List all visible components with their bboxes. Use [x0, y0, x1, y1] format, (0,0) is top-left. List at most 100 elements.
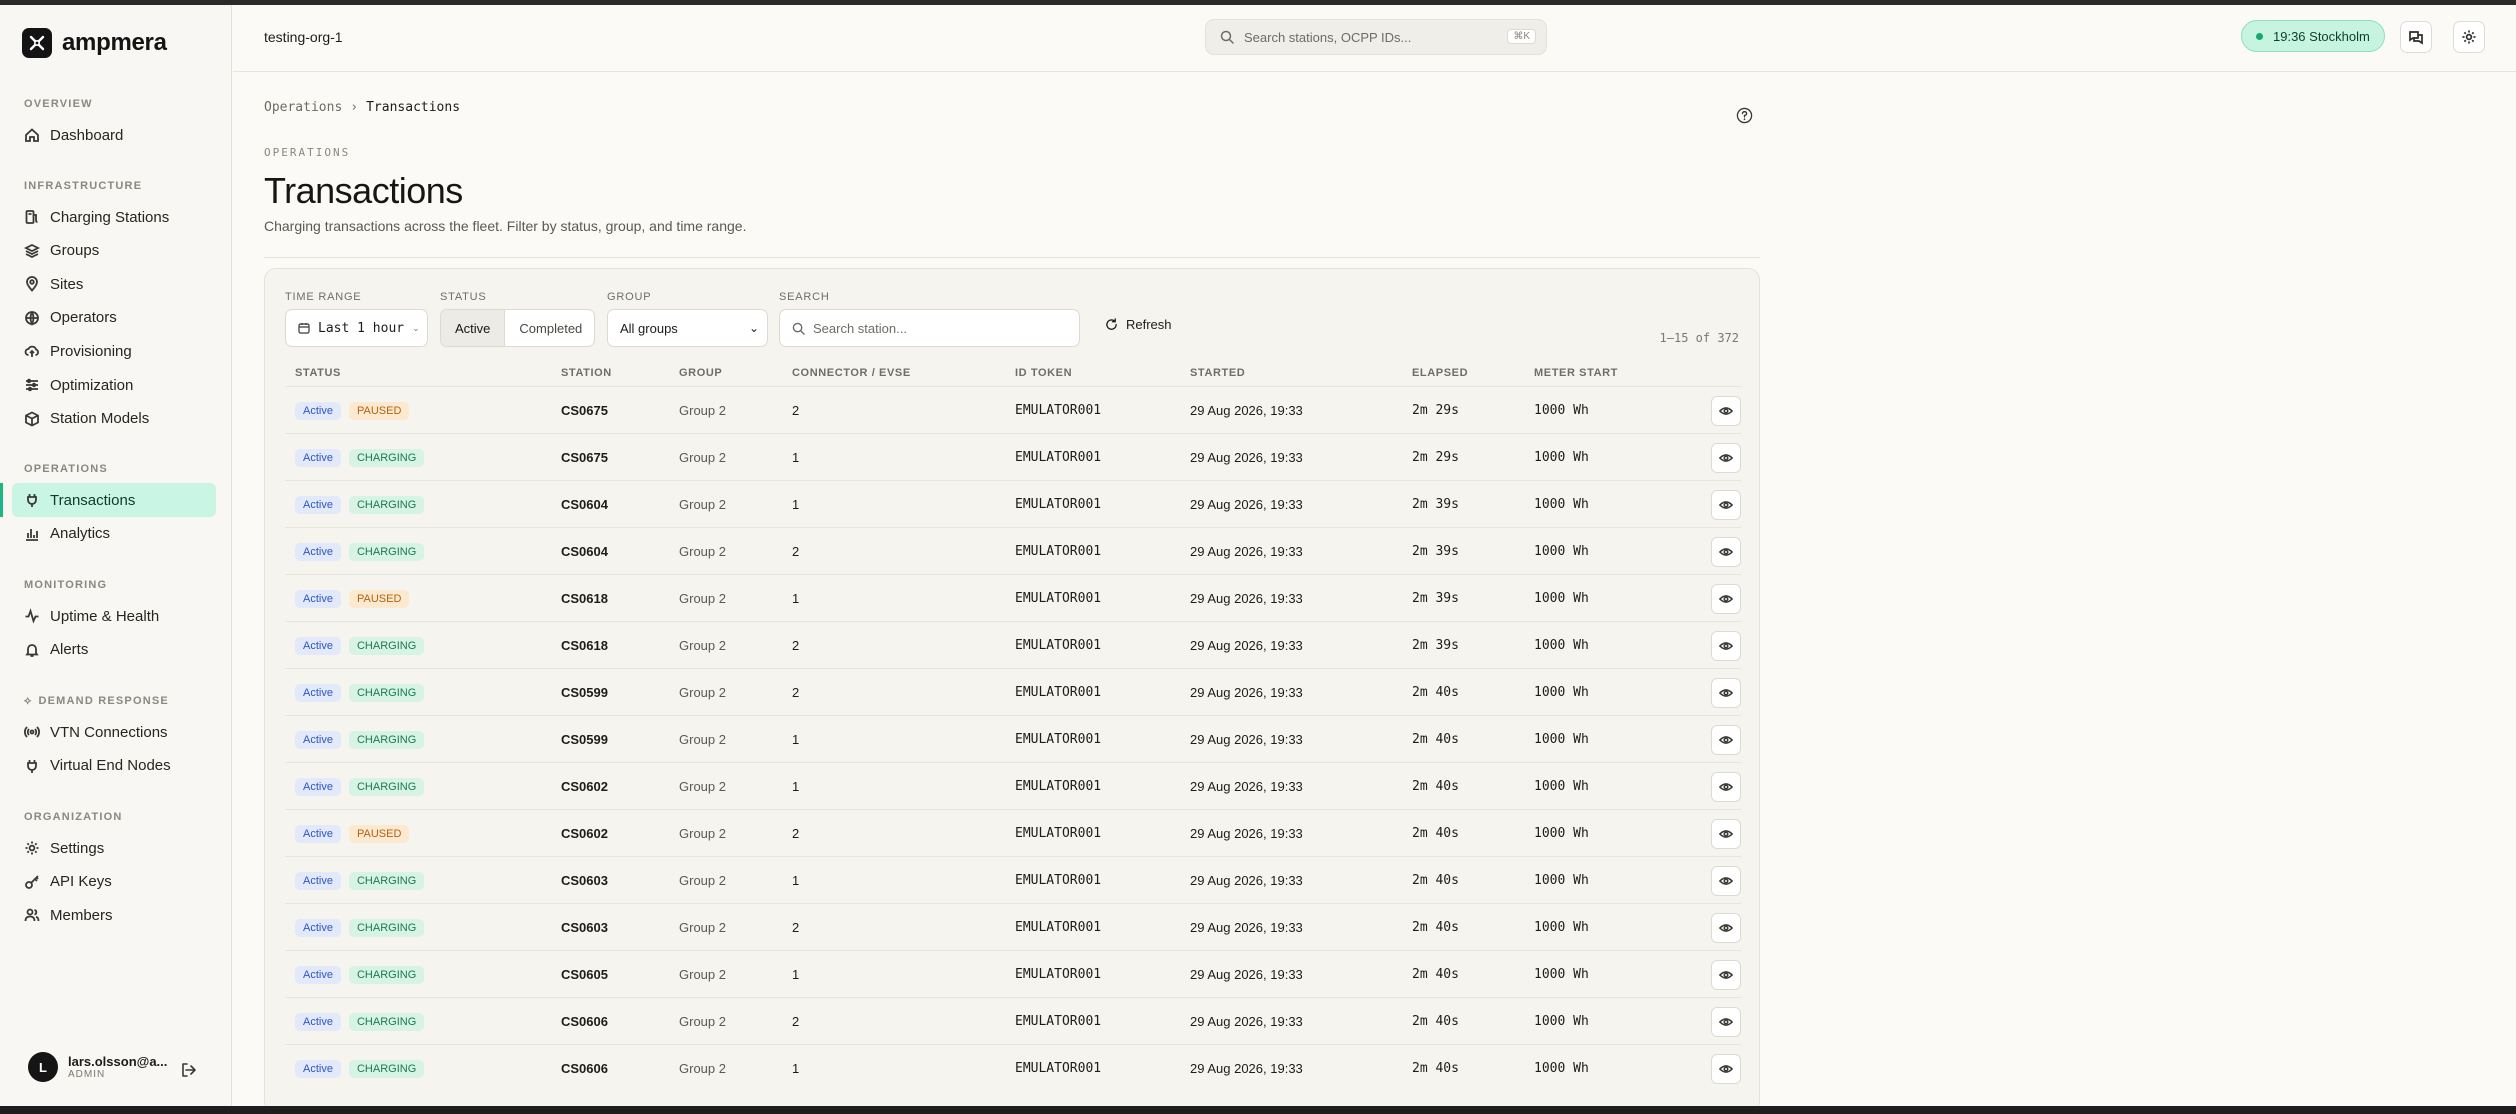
app-logo[interactable]: ampmera: [22, 28, 167, 58]
cell-station: CS0603: [561, 904, 608, 951]
eye-icon: [1719, 970, 1733, 979]
view-transaction-button[interactable]: [1711, 1006, 1741, 1037]
sidebar-item-api-keys[interactable]: API Keys: [12, 865, 216, 899]
group-select[interactable]: All groups ⌄: [607, 309, 768, 347]
page-eyebrow: OPERATIONS: [264, 146, 351, 159]
cell-connector: 2: [792, 998, 799, 1045]
state-badge: CHARGING: [348, 495, 425, 514]
time-range-select[interactable]: Last 1 hour ⌄: [285, 309, 428, 347]
table-row[interactable]: Active CHARGING CS0605 Group 2 1 EMULATOR001 2…: [285, 950, 1741, 997]
eye-icon: [1719, 406, 1733, 415]
sidebar-item-analytics[interactable]: Analytics: [12, 517, 216, 551]
view-transaction-button[interactable]: [1711, 395, 1741, 426]
sidebar-item-members[interactable]: Members: [12, 898, 216, 932]
col-status[interactable]: STATUS: [295, 367, 341, 379]
col-meter-start[interactable]: METER START: [1534, 367, 1618, 379]
logout-icon[interactable]: [180, 1061, 198, 1079]
view-transaction-button[interactable]: [1711, 1053, 1741, 1084]
view-transaction-button[interactable]: [1711, 912, 1741, 943]
table-row[interactable]: Active CHARGING CS0606 Group 2 2 EMULATOR001 2…: [285, 997, 1741, 1044]
cell-started-text: 29 Aug 2026, 19:33: [1190, 450, 1303, 465]
org-name[interactable]: testing-org-1: [264, 29, 343, 45]
col-station[interactable]: STATION: [561, 367, 612, 379]
cell-meter-start-text: 1000 Wh: [1534, 591, 1589, 606]
view-transaction-button[interactable]: [1711, 489, 1741, 520]
sidebar-item-label: Station Models: [50, 410, 150, 428]
sidebar-item-optimization[interactable]: Optimization: [12, 368, 216, 402]
chat-button[interactable]: [2400, 21, 2432, 53]
cell-started-text: 29 Aug 2026, 19:33: [1190, 920, 1303, 935]
sidebar-item-alerts[interactable]: Alerts: [12, 633, 216, 667]
col-started[interactable]: STARTED: [1190, 367, 1245, 379]
table-row[interactable]: Active PAUSED CS0618 Group 2 1 EMULATOR001 29 …: [285, 574, 1741, 621]
cell-group-text: Group 2: [679, 450, 726, 465]
settings-button[interactable]: [2453, 21, 2485, 53]
bar-chart-icon: [26, 528, 38, 541]
eye-icon: [1719, 923, 1733, 932]
view-transaction-button[interactable]: [1711, 583, 1741, 614]
view-transaction-button[interactable]: [1711, 771, 1741, 802]
sidebar-item-charging-stations[interactable]: Charging Stations: [12, 200, 216, 234]
table-row[interactable]: Active CHARGING CS0675 Group 2 1 EMULATOR001 2…: [285, 433, 1741, 480]
user-profile[interactable]: L lars.olsson@a... ADMIN: [28, 1052, 167, 1082]
view-transaction-button[interactable]: [1711, 818, 1741, 849]
table-row[interactable]: Active CHARGING CS0603 Group 2 2 EMULATOR001 2…: [285, 903, 1741, 950]
view-transaction-button[interactable]: [1711, 724, 1741, 755]
eye-icon: [1719, 1064, 1733, 1073]
sidebar-item-vtn-connections[interactable]: VTN Connections: [12, 715, 216, 749]
global-search-input[interactable]: Search stations, OCPP IDs... ⌘K: [1205, 19, 1547, 55]
table-row[interactable]: Active PAUSED CS0602 Group 2 2 EMULATOR001 29 …: [285, 809, 1741, 856]
cell-station: CS0606: [561, 998, 608, 1045]
page-title: Transactions: [264, 170, 463, 211]
sidebar-item-uptime-health[interactable]: Uptime & Health: [12, 599, 216, 633]
sidebar-item-provisioning[interactable]: Provisioning: [12, 334, 216, 368]
status-active-option[interactable]: Active: [441, 310, 506, 346]
cell-id-token-text: EMULATOR001: [1015, 1014, 1102, 1029]
search-shortcut: ⌘K: [1507, 29, 1536, 44]
col-connector[interactable]: CONNECTOR / EVSE: [792, 367, 911, 379]
cell-station-text: CS0675: [561, 403, 608, 418]
eye-icon: [1719, 500, 1733, 509]
cell-station-text: CS0602: [561, 826, 608, 841]
table-row[interactable]: Active CHARGING CS0599 Group 2 2 EMULATOR001 2…: [285, 668, 1741, 715]
cell-station-text: CS0606: [561, 1014, 608, 1029]
sidebar-item-transactions[interactable]: Transactions: [0, 483, 216, 517]
view-transaction-button[interactable]: [1711, 677, 1741, 708]
view-transaction-button[interactable]: [1711, 630, 1741, 661]
breadcrumb-operations[interactable]: Operations: [264, 100, 342, 115]
table-row[interactable]: Active CHARGING CS0604 Group 2 1 EMULATOR001 2…: [285, 480, 1741, 527]
sidebar-item-label: Groups: [50, 242, 100, 260]
cell-id-token: EMULATOR001: [1015, 434, 1101, 481]
chat-icon: [2409, 31, 2423, 45]
nav-section-operations: OPERATIONS: [24, 463, 108, 475]
table-row[interactable]: Active PAUSED CS0675 Group 2 2 EMULATOR001 29 …: [285, 386, 1741, 433]
sidebar-item-station-models[interactable]: Station Models: [12, 402, 216, 436]
table-row[interactable]: Active CHARGING CS0606 Group 2 1 EMULATOR001 2…: [285, 1044, 1741, 1091]
sidebar-item-sites[interactable]: Sites: [12, 267, 216, 301]
col-id-token[interactable]: ID TOKEN: [1015, 367, 1072, 379]
status-completed-option[interactable]: Completed: [505, 310, 596, 346]
table-row[interactable]: Active CHARGING CS0604 Group 2 2 EMULATOR001 2…: [285, 527, 1741, 574]
sidebar-item-virtual-end-nodes[interactable]: Virtual End Nodes: [12, 749, 216, 783]
table-row[interactable]: Active CHARGING CS0618 Group 2 2 EMULATOR001 2…: [285, 621, 1741, 668]
cell-id-token-text: EMULATOR001: [1015, 873, 1102, 888]
table-row[interactable]: Active CHARGING CS0603 Group 2 1 EMULATOR001 2…: [285, 856, 1741, 903]
col-elapsed[interactable]: ELAPSED: [1412, 367, 1468, 379]
refresh-button[interactable]: Refresh: [1105, 317, 1172, 332]
sidebar-item-operators[interactable]: Operators: [12, 301, 216, 335]
col-group[interactable]: GROUP: [679, 367, 722, 379]
cell-group: Group 2: [679, 763, 726, 810]
cell-connector: 2: [792, 528, 799, 575]
view-transaction-button[interactable]: [1711, 959, 1741, 990]
sidebar-item-settings[interactable]: Settings: [12, 831, 216, 865]
table-row[interactable]: Active CHARGING CS0599 Group 2 1 EMULATOR001 2…: [285, 715, 1741, 762]
cell-meter-start: 1000 Wh: [1534, 904, 1589, 951]
sidebar-item-dashboard[interactable]: Dashboard: [12, 118, 216, 152]
station-search-input[interactable]: Search station...: [779, 309, 1080, 347]
help-icon[interactable]: [1736, 107, 1753, 124]
table-row[interactable]: Active CHARGING CS0602 Group 2 1 EMULATOR001 2…: [285, 762, 1741, 809]
view-transaction-button[interactable]: [1711, 442, 1741, 473]
view-transaction-button[interactable]: [1711, 536, 1741, 567]
sidebar-item-groups[interactable]: Groups: [12, 234, 216, 268]
view-transaction-button[interactable]: [1711, 865, 1741, 896]
